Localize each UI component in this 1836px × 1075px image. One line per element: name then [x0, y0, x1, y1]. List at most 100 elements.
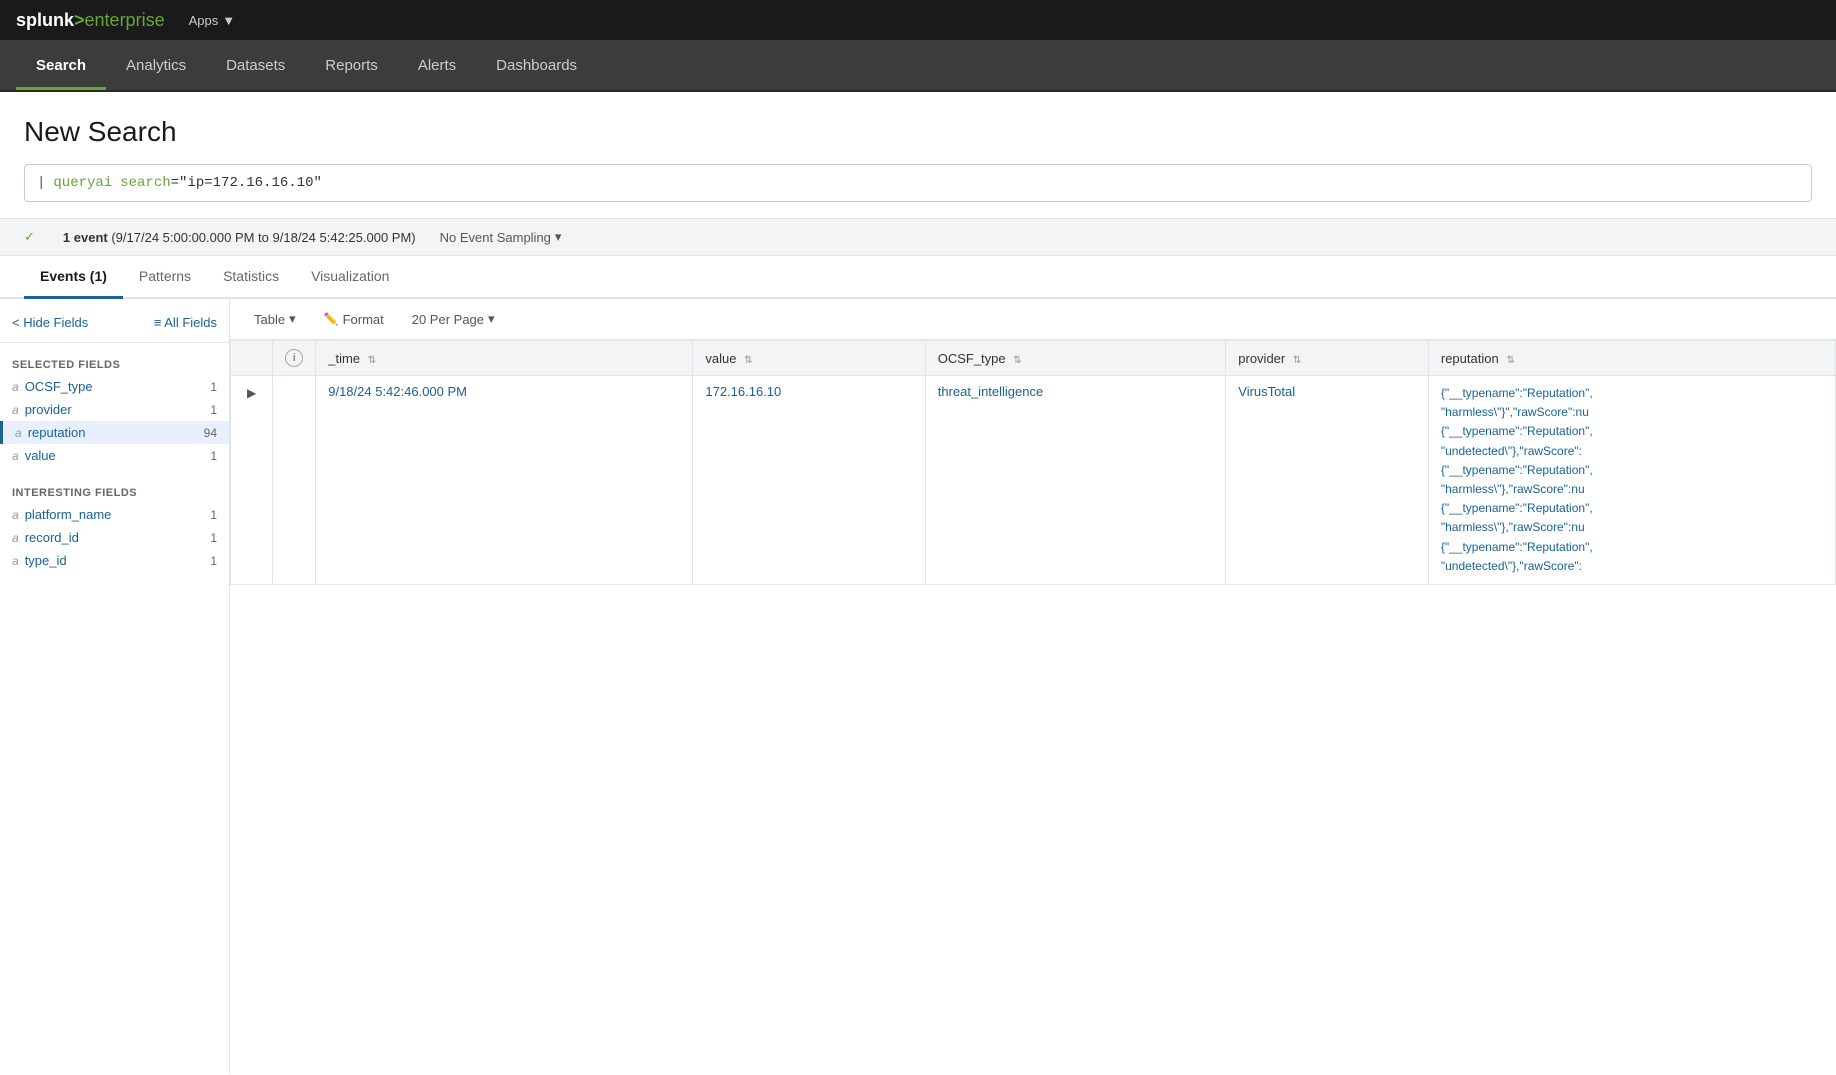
ocsf-type-cell: threat_intelligence — [925, 376, 1226, 585]
column-provider-label: provider — [1238, 351, 1285, 366]
status-time-range: (9/17/24 5:00:00.000 PM to 9/18/24 5:42:… — [111, 230, 415, 245]
expand-row-button[interactable]: ▶ — [243, 384, 260, 402]
column-ocsf-type-label: OCSF_type — [938, 351, 1006, 366]
table-row: ▶ 9/18/24 5:42:46.000 PM 172.16.16.10 th… — [231, 376, 1836, 585]
column-info: i — [273, 341, 316, 376]
field-name: value — [25, 448, 56, 463]
field-item-provider[interactable]: a provider 1 — [0, 398, 229, 421]
search-keyword: search — [120, 175, 170, 191]
tab-statistics[interactable]: Statistics — [207, 256, 295, 299]
field-item-record-id[interactable]: a record_id 1 — [0, 526, 229, 549]
column-provider[interactable]: provider ⇅ — [1226, 341, 1429, 376]
nav-item-analytics[interactable]: Analytics — [106, 40, 206, 90]
column-value-label: value — [705, 351, 736, 366]
field-item-ocsf-type[interactable]: a OCSF_type 1 — [0, 375, 229, 398]
column-reputation[interactable]: reputation ⇅ — [1428, 341, 1835, 376]
info-cell — [273, 376, 316, 585]
field-item-type-id[interactable]: a type_id 1 — [0, 549, 229, 572]
field-name: platform_name — [25, 507, 112, 522]
field-type-icon: a — [12, 508, 19, 522]
expand-cell: ▶ — [231, 376, 273, 585]
logo-arrow: > — [74, 10, 85, 31]
field-type-icon: a — [15, 426, 22, 440]
field-item-value[interactable]: a value 1 — [0, 444, 229, 467]
table-area: < Hide Fields ≡ All Fields SELECTED FIEL… — [0, 299, 1836, 1074]
logo-enterprise-text: enterprise — [85, 10, 165, 31]
table-header-row: i _time ⇅ value ⇅ OCSF_type ⇅ — [231, 341, 1836, 376]
field-count: 1 — [210, 403, 217, 417]
field-name: record_id — [25, 530, 79, 545]
sort-icon: ⇅ — [1506, 355, 1514, 366]
field-count: 1 — [210, 531, 217, 545]
page-header: New Search | queryai search ="ip=172.16.… — [0, 92, 1836, 218]
fields-panel-controls: < Hide Fields ≡ All Fields — [0, 311, 229, 343]
result-tabs: Events (1) Patterns Statistics Visualiza… — [0, 256, 1836, 299]
main-content: New Search | queryai search ="ip=172.16.… — [0, 92, 1836, 1075]
table-toolbar: Table ▾ ✏️ Format 20 Per Page ▾ — [230, 299, 1836, 340]
table-view-button[interactable]: Table ▾ — [246, 307, 304, 331]
field-name: reputation — [28, 425, 86, 440]
provider-cell: VirusTotal — [1226, 376, 1429, 585]
field-type-icon: a — [12, 449, 19, 463]
pencil-icon: ✏️ — [324, 312, 339, 326]
sort-icon: ⇅ — [744, 355, 752, 366]
sampling-label: No Event Sampling — [440, 230, 551, 245]
column-time-label: _time — [328, 351, 360, 366]
status-bar: ✓ 1 event (9/17/24 5:00:00.000 PM to 9/1… — [0, 218, 1836, 256]
field-count: 1 — [210, 449, 217, 463]
search-bar[interactable]: | queryai search ="ip=172.16.16.10" — [24, 164, 1812, 202]
info-icon[interactable]: i — [285, 349, 303, 367]
field-item-platform-name[interactable]: a platform_name 1 — [0, 503, 229, 526]
field-item-reputation[interactable]: a reputation 94 — [0, 421, 229, 444]
column-time[interactable]: _time ⇅ — [316, 341, 693, 376]
status-event-count: 1 event — [63, 230, 108, 245]
time-value[interactable]: 9/18/24 5:42:46.000 PM — [328, 384, 467, 399]
selected-fields-label: SELECTED FIELDS — [0, 351, 229, 375]
field-type-icon: a — [12, 403, 19, 417]
nav-item-alerts[interactable]: Alerts — [398, 40, 476, 90]
table-label: Table — [254, 312, 285, 327]
value-value[interactable]: 172.16.16.10 — [705, 384, 781, 399]
format-label: Format — [343, 312, 384, 327]
status-check-icon: ✓ — [24, 229, 35, 245]
fields-panel: < Hide Fields ≡ All Fields SELECTED FIEL… — [0, 299, 230, 1074]
field-count: 1 — [210, 380, 217, 394]
status-text: 1 event (9/17/24 5:00:00.000 PM to 9/18/… — [63, 230, 416, 245]
results-table: i _time ⇅ value ⇅ OCSF_type ⇅ — [230, 340, 1836, 585]
field-name: OCSF_type — [25, 379, 93, 394]
hide-fields-button[interactable]: < Hide Fields — [12, 315, 88, 330]
nav-item-search[interactable]: Search — [16, 40, 106, 90]
column-value[interactable]: value ⇅ — [693, 341, 925, 376]
sampling-arrow-icon: ▾ — [555, 229, 562, 245]
sort-icon: ⇅ — [368, 355, 376, 366]
reputation-value: {"__typename":"Reputation", "harmless\"}… — [1441, 384, 1761, 576]
main-nav: Search Analytics Datasets Reports Alerts… — [0, 40, 1836, 92]
column-ocsf-type[interactable]: OCSF_type ⇅ — [925, 341, 1226, 376]
logo-splunk-text: splunk — [16, 10, 74, 31]
tab-events[interactable]: Events (1) — [24, 256, 123, 299]
per-page-label: 20 Per Page — [412, 312, 484, 327]
interesting-fields-label: INTERESTING FIELDS — [0, 479, 229, 503]
tab-visualization[interactable]: Visualization — [295, 256, 405, 299]
table-arrow-icon: ▾ — [289, 311, 296, 327]
ocsf-type-value[interactable]: threat_intelligence — [938, 384, 1044, 399]
format-button[interactable]: ✏️ Format — [316, 308, 392, 331]
provider-value[interactable]: VirusTotal — [1238, 384, 1295, 399]
nav-item-dashboards[interactable]: Dashboards — [476, 40, 597, 90]
all-fields-button[interactable]: ≡ All Fields — [154, 315, 217, 330]
nav-item-datasets[interactable]: Datasets — [206, 40, 305, 90]
apps-button[interactable]: Apps ▼ — [181, 9, 244, 32]
field-count: 1 — [210, 508, 217, 522]
per-page-button[interactable]: 20 Per Page ▾ — [404, 307, 503, 331]
tab-patterns[interactable]: Patterns — [123, 256, 207, 299]
nav-item-reports[interactable]: Reports — [305, 40, 398, 90]
column-expand — [231, 341, 273, 376]
sampling-button[interactable]: No Event Sampling ▾ — [440, 229, 562, 245]
apps-label: Apps — [189, 13, 219, 28]
field-count: 1 — [210, 554, 217, 568]
topbar: splunk>enterprise Apps ▼ — [0, 0, 1836, 40]
value-cell: 172.16.16.10 — [693, 376, 925, 585]
reputation-cell: {"__typename":"Reputation", "harmless\"}… — [1428, 376, 1835, 585]
field-count: 94 — [204, 426, 217, 440]
field-type-icon: a — [12, 531, 19, 545]
